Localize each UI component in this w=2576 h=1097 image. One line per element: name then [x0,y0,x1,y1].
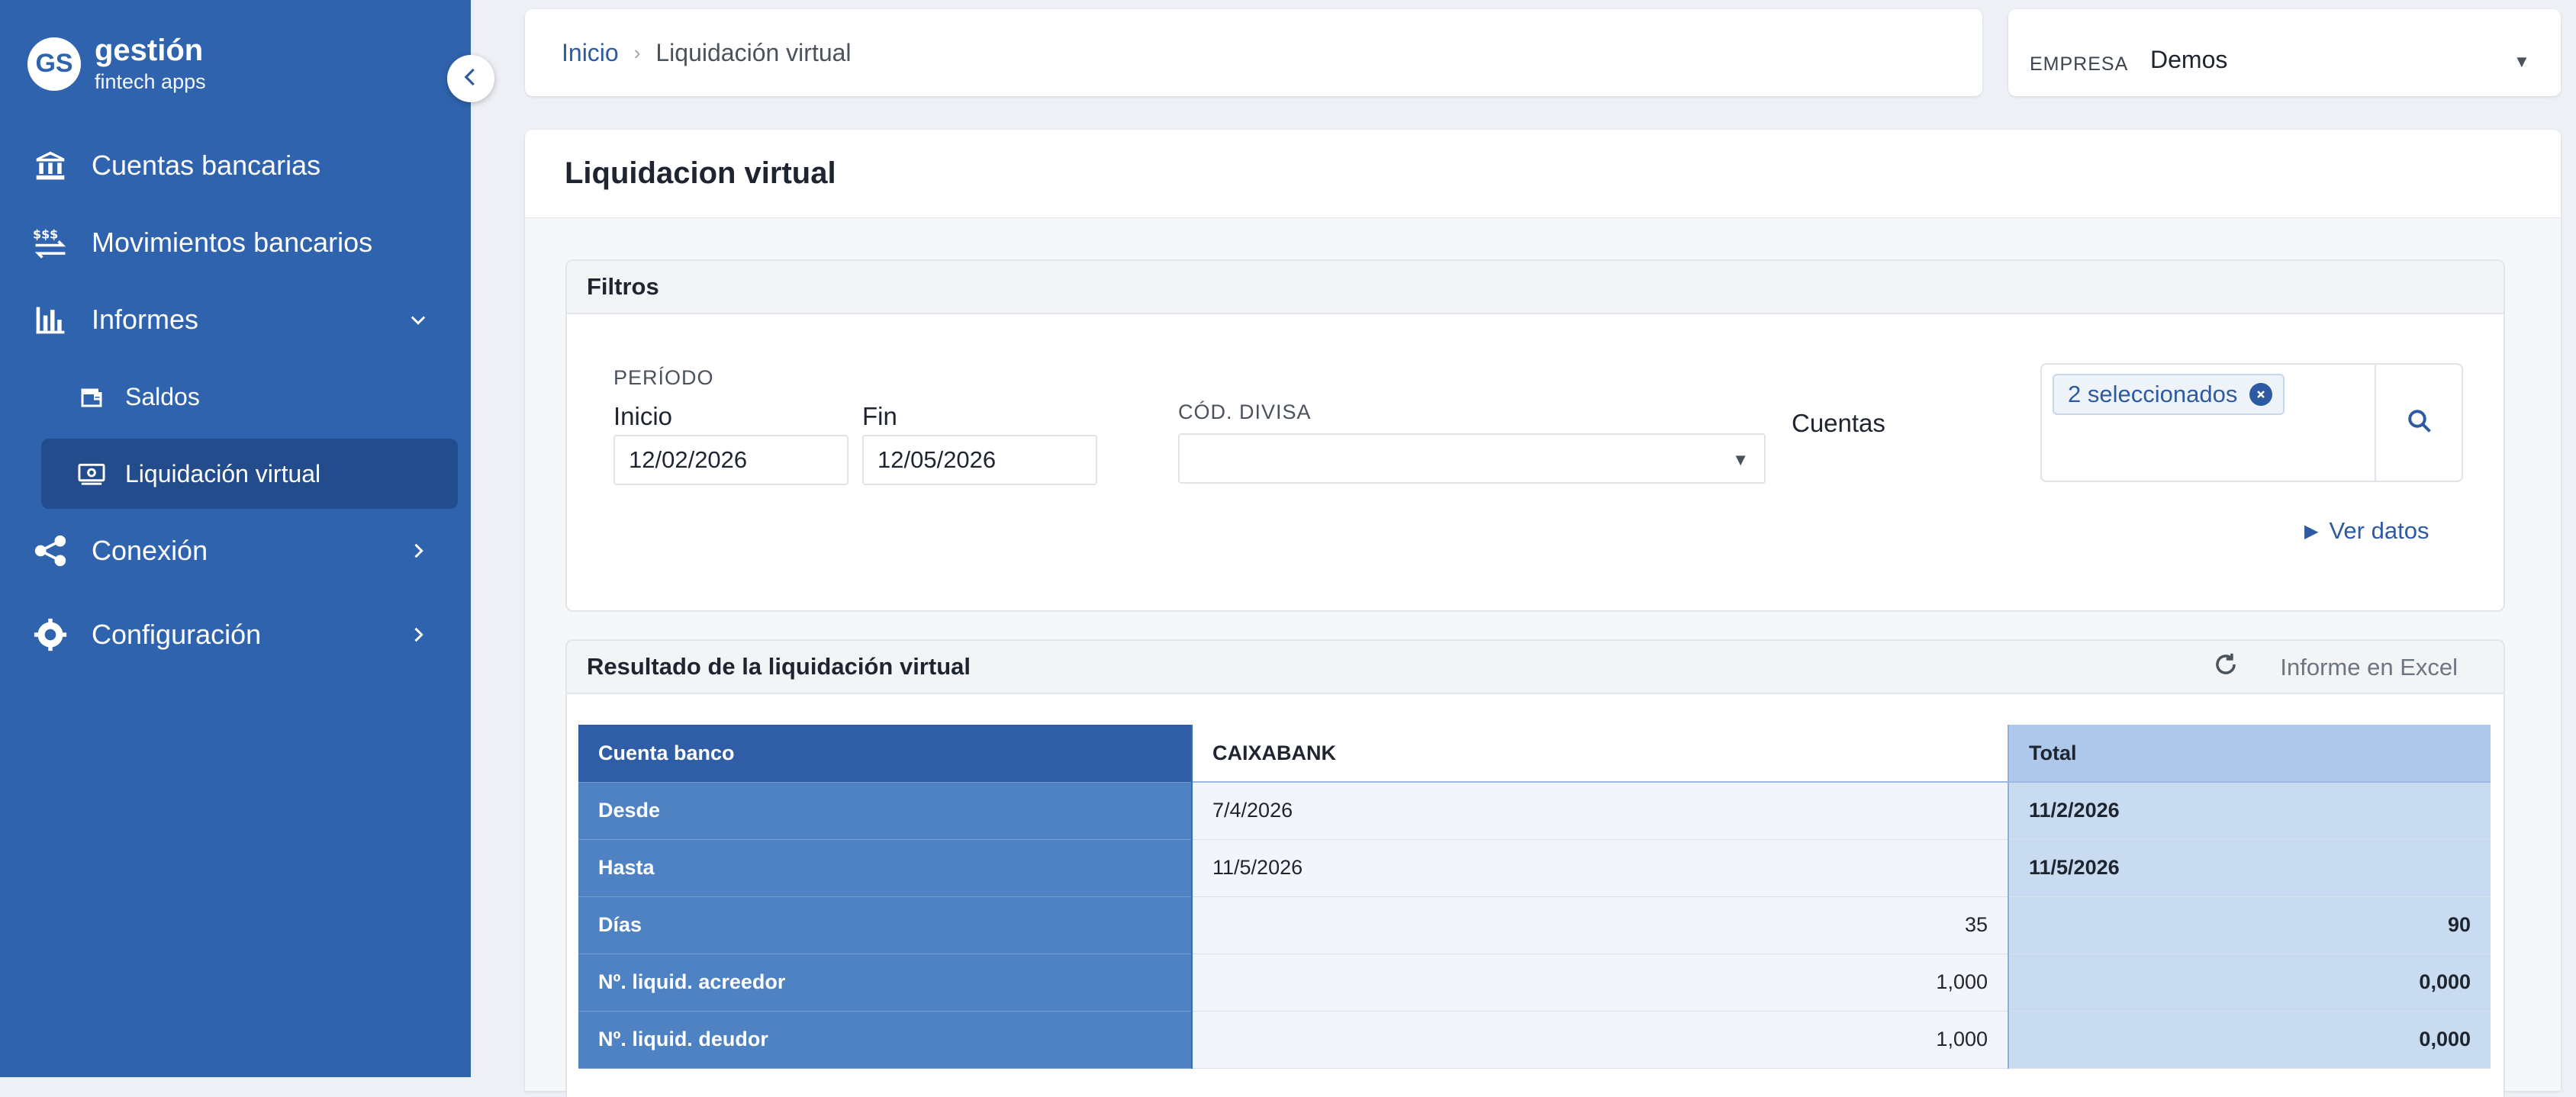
row-bank-value: 35 [1192,896,2009,954]
row-bank-value: 11/5/2026 [1192,839,2009,897]
sidebar-item-label: Movimientos bancarios [92,227,373,258]
table-row: Desde 7/4/2026 11/2/2026 [578,782,2491,840]
view-data-label: Ver datos [2329,517,2429,544]
row-total-value: 0,000 [2008,954,2491,1012]
sidebar-collapse-button[interactable] [447,55,494,102]
table-row: Días 35 90 [578,896,2491,954]
chevron-right-icon: › [633,40,641,64]
brand-logo: GS [27,37,81,91]
sidebar-item-informes[interactable]: Informes [0,289,471,350]
row-label: Nº. liquid. acreedor [578,954,1193,1012]
row-total-value: 11/2/2026 [2008,782,2491,840]
period-label: PERÍODO [613,366,714,389]
sidebar-item-movimientos-bancarios[interactable]: $$$ Movimientos bancarios [0,212,471,273]
caret-down-icon: ▼ [2513,52,2530,71]
chevron-down-icon[interactable] [404,306,432,333]
money-transfer-icon: $$$ [32,224,69,261]
table-row: Hasta 11/5/2026 11/5/2026 [578,839,2491,897]
sidebar-item-label: Saldos [125,382,200,410]
view-data-toggle[interactable]: ▶ Ver datos [2304,517,2429,545]
liquidation-table: Cuenta banco CAIXABANK Total Desde 7/4/2… [578,725,2491,1069]
breadcrumb-home-link[interactable]: Inicio [562,39,619,67]
row-label: Días [578,896,1193,954]
sidebar-item-cuentas-bancarias[interactable]: Cuentas bancarias [0,135,471,196]
accounts-selected-chip: 2 seleccionados [2053,374,2285,415]
currency-select[interactable]: ▼ [1178,433,1766,484]
row-label: Desde [578,782,1193,840]
search-icon [2406,407,2433,439]
table-header-label: Cuenta banco [578,725,1193,783]
chevron-right-icon[interactable] [404,537,432,565]
end-date-input[interactable]: 12/05/2026 [862,435,1097,485]
table-row: Nº. liquid. acreedor 1,000 0,000 [578,954,2491,1012]
start-date-input[interactable]: 12/02/2026 [613,435,848,485]
triangle-right-icon: ▶ [2304,520,2319,542]
excel-report-button[interactable]: Informe en Excel [2280,654,2458,681]
brand[interactable]: GS gestión fintech apps [27,35,206,92]
brand-title: gestión [95,34,204,67]
sidebar-item-label: Conexión [92,535,208,566]
row-bank-value: 1,000 [1192,954,2009,1012]
share-nodes-icon [32,532,69,569]
caret-down-icon: ▼ [1732,450,1749,469]
banknote-icon [76,458,107,489]
accounts-search-button[interactable] [2375,365,2463,481]
refresh-button[interactable] [2211,650,2240,685]
company-label: EMPRESA [2030,53,2129,75]
end-date-label: Fin [862,402,897,430]
brand-subtitle: fintech apps [95,70,206,93]
clear-selection-icon[interactable] [2249,383,2273,406]
chip-label: 2 seleccionados [2068,381,2238,407]
table-header-row: Cuenta banco CAIXABANK Total [578,725,2491,783]
table-header-total: Total [2008,725,2491,783]
sidebar-item-label: Informes [92,304,199,335]
breadcrumb: Inicio › Liquidación virtual [525,9,1982,96]
sidebar-item-conexion[interactable]: Conexión [0,520,471,581]
breadcrumb-current: Liquidación virtual [655,38,852,66]
svg-text:$$$: $$$ [33,227,58,242]
chevron-right-icon[interactable] [404,621,432,648]
sidebar-item-label: Cuentas bancarias [92,150,321,181]
wallet-icon [76,381,107,412]
row-bank-value: 7/4/2026 [1192,782,2009,840]
row-total-value: 0,000 [2008,1011,2491,1069]
row-bank-value: 1,000 [1192,1011,2009,1069]
page-title: Liquidacion virtual [525,130,2561,218]
bank-icon [32,147,69,184]
refresh-icon [2211,650,2240,685]
sidebar-item-saldos[interactable]: Saldos [41,362,458,432]
accounts-label: Cuentas [1792,409,1885,437]
sidebar-item-configuracion[interactable]: Configuración [0,604,471,665]
sidebar-item-label: Configuración [92,619,262,650]
accounts-multiselect[interactable]: 2 seleccionados [2040,363,2463,482]
sidebar-item-liquidacion-virtual[interactable]: Liquidación virtual [41,439,458,509]
bar-chart-icon [32,301,69,338]
row-label: Hasta [578,839,1193,897]
company-select[interactable]: EMPRESA Demos ▼ [2008,9,2561,96]
company-value: Demos [2150,46,2228,73]
table-row: Nº. liquid. deudor 1,000 0,000 [578,1011,2491,1069]
currency-label: CÓD. DIVISA [1178,401,1312,423]
chevron-left-icon [459,66,482,92]
sidebar: GS gestión fintech apps Cuentas bancaria… [0,0,471,1077]
start-date-label: Inicio [613,402,673,430]
gear-icon [32,616,69,653]
row-total-value: 90 [2008,896,2491,954]
sidebar-item-label: Liquidación virtual [125,459,321,487]
table-header-bank: CAIXABANK [1192,725,2009,783]
filters-title: Filtros [567,261,2504,314]
row-total-value: 11/5/2026 [2008,839,2491,897]
row-label: Nº. liquid. deudor [578,1011,1193,1069]
